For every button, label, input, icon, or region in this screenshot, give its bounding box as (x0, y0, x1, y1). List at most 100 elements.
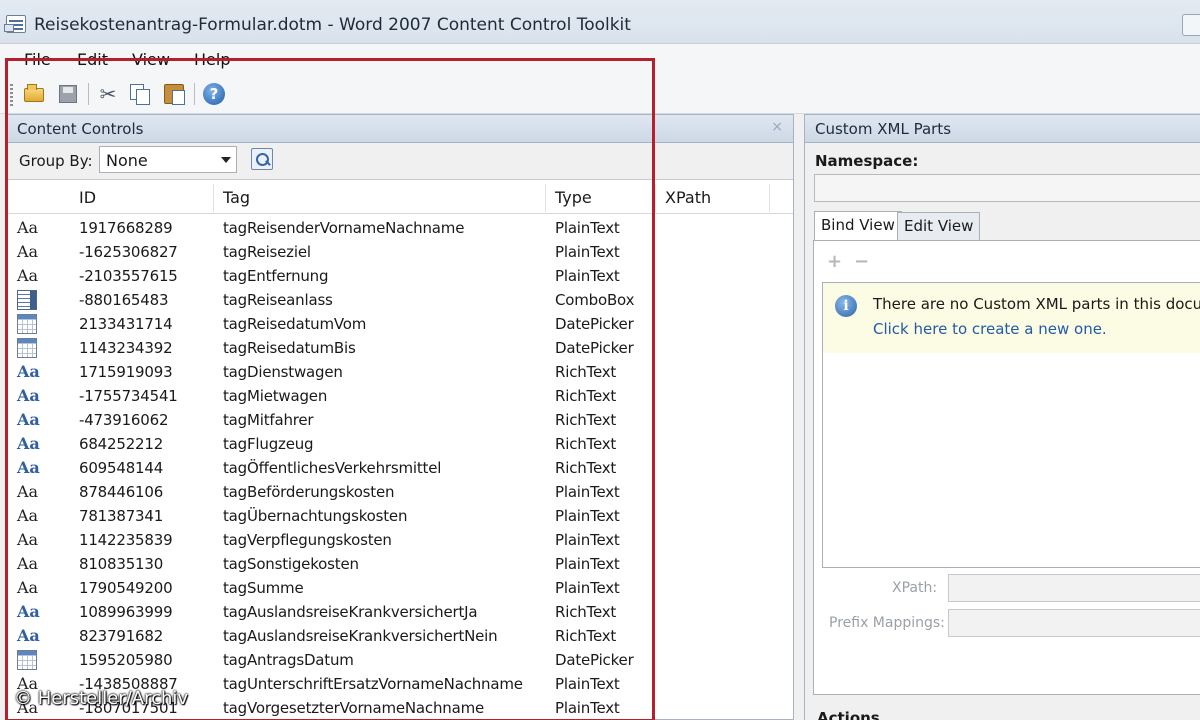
cell-id: -2103557615 (79, 267, 178, 285)
table-row[interactable]: Aa 609548144 tagÖffentlichesVerkehrsmittel… (7, 456, 793, 480)
icon-glyph: Aa (17, 218, 39, 237)
plain-text-icon: Aa (17, 482, 41, 502)
icon-glyph: Aa (17, 458, 40, 477)
table-row[interactable]: -880165483 tagReiseanlass ComboBox (7, 288, 793, 312)
window-title: Reisekostenantrag-Formular.dotm - Word 2… (34, 15, 631, 35)
table-row[interactable]: 2133431714 tagReisedatumVom DatePicker (7, 312, 793, 336)
table-row[interactable]: 1143234392 tagReisedatumBis DatePicker (7, 336, 793, 360)
close-icon[interactable]: × (771, 119, 783, 135)
table-row[interactable]: Aa 1089963999 tagAuslandsreiseKrankversich… (7, 600, 793, 624)
icon-shape (17, 338, 37, 358)
menu-file[interactable]: File (24, 50, 51, 69)
help-button[interactable]: ? (202, 82, 226, 106)
cell-type: PlainText (555, 555, 620, 573)
create-xml-part-link[interactable]: Click here to create a new one. (873, 320, 1107, 338)
column-header-id[interactable]: ID (79, 188, 96, 207)
menu-view[interactable]: View (132, 50, 170, 69)
column-header-type[interactable]: Type (555, 188, 592, 207)
column-divider[interactable] (769, 184, 770, 212)
remove-part-button[interactable]: − (854, 251, 869, 272)
paste-button[interactable] (162, 82, 186, 106)
table-row[interactable]: Aa -473916062 tagMitfahrer RichText (7, 408, 793, 432)
save-button[interactable] (56, 82, 80, 106)
table-row[interactable]: Aa 810835130 tagSonstigekosten PlainText (7, 552, 793, 576)
plain-text-icon: Aa (17, 578, 41, 598)
column-divider[interactable] (213, 184, 214, 212)
table-row[interactable]: Aa 1715919093 tagDienstwagen RichText (7, 360, 793, 384)
table-row[interactable]: Aa 1142235839 tagVerpflegungskosten PlainTe… (7, 528, 793, 552)
content-controls-grid: ID Tag Type XPath Aa 1917668289 tagReisend… (7, 179, 793, 719)
toolbar: ✂ ? (0, 74, 1200, 114)
plain-text-icon: Aa (17, 266, 41, 286)
cell-type: PlainText (555, 267, 620, 285)
table-row[interactable]: Aa 1790549200 tagSumme PlainText (7, 576, 793, 600)
column-header-tag[interactable]: Tag (223, 188, 250, 207)
table-row[interactable]: Aa 781387341 tagÜbernachtungskosten PlainTe… (7, 504, 793, 528)
icon-shape (17, 290, 37, 310)
refresh-search-button[interactable] (251, 148, 273, 170)
cell-type: RichText (555, 387, 617, 405)
cell-id: 684252212 (79, 435, 164, 453)
table-row[interactable]: 1595205980 tagAntragsDatum DatePicker (7, 648, 793, 672)
cell-type: PlainText (555, 579, 620, 597)
grid-header: ID Tag Type XPath (7, 180, 793, 214)
column-header-xpath[interactable]: XPath (665, 188, 711, 207)
cell-id: -1755734541 (79, 387, 178, 405)
cell-tag: tagAuslandsreiseKrankversichertNein (223, 627, 498, 645)
cell-tag: tagReisenderVornameNachname (223, 219, 465, 237)
open-button[interactable] (22, 82, 46, 106)
cell-id: 781387341 (79, 507, 164, 525)
prefix-mappings-label: Prefix Mappings: (829, 615, 945, 631)
chevron-down-icon (221, 157, 231, 163)
cell-tag: tagDienstwagen (223, 363, 343, 381)
namespace-field[interactable] (814, 174, 1200, 202)
icon-glyph: Aa (17, 410, 40, 429)
icon-glyph: Aa (17, 386, 40, 405)
table-row[interactable]: Aa 684252212 tagFlugzeug RichText (7, 432, 793, 456)
group-by-label: Group By: (19, 152, 93, 170)
tab-bind-view[interactable]: Bind View (814, 211, 902, 241)
column-divider[interactable] (545, 184, 546, 212)
table-row[interactable]: Aa 878446106 tagBeförderungskosten PlainTex… (7, 480, 793, 504)
prefix-mappings-field[interactable] (948, 609, 1200, 637)
plain-text-icon: Aa (17, 554, 41, 574)
rich-text-icon: Aa (17, 386, 41, 406)
plain-text-icon: Aa (17, 530, 41, 550)
cell-tag: tagBeförderungskosten (223, 483, 395, 501)
cell-id: 1715919093 (79, 363, 173, 381)
group-by-select[interactable]: None (99, 146, 237, 173)
cell-tag: tagMietwagen (223, 387, 328, 405)
column-divider[interactable] (655, 184, 656, 212)
cell-type: PlainText (555, 531, 620, 549)
plain-text-icon: Aa (17, 506, 41, 526)
table-row[interactable]: Aa -1755734541 tagMietwagen RichText (7, 384, 793, 408)
watermark: © Hersteller/Archiv (14, 688, 189, 709)
table-row[interactable]: Aa -1625306827 tagReiseziel PlainText (7, 240, 793, 264)
cell-tag: tagAuslandsreiseKrankversichertJa (223, 603, 478, 621)
table-row[interactable]: Aa -2103557615 tagEntfernung PlainText (7, 264, 793, 288)
cell-id: 1142235839 (79, 531, 173, 549)
menu-edit[interactable]: Edit (77, 50, 108, 69)
minimize-button[interactable] (1182, 14, 1200, 36)
xpath-field[interactable] (948, 574, 1200, 602)
icon-glyph: Aa (17, 266, 39, 285)
copy-icon (130, 84, 150, 105)
table-row[interactable]: Aa 1917668289 tagReisenderVornameNachname P… (7, 216, 793, 240)
cell-type: RichText (555, 363, 617, 381)
content-controls-panel: Content Controls × Group By: None ID Tag… (6, 114, 794, 720)
rich-text-icon: Aa (17, 458, 41, 478)
cell-type: PlainText (555, 243, 620, 261)
icon-shape (17, 314, 37, 334)
icon-glyph: Aa (17, 578, 39, 597)
tab-edit-view[interactable]: Edit View (897, 212, 981, 240)
icon-shape (17, 650, 37, 670)
cut-button[interactable]: ✂ (96, 82, 120, 106)
combo-box-icon (17, 290, 41, 310)
toolbar-separator (194, 83, 195, 105)
menu-help[interactable]: Help (194, 50, 230, 69)
add-part-button[interactable]: + (827, 251, 842, 272)
table-row[interactable]: Aa 823791682 tagAuslandsreiseKrankversiche… (7, 624, 793, 648)
copy-button[interactable] (128, 82, 152, 106)
icon-glyph: Aa (17, 626, 40, 645)
toolbar-grip[interactable] (10, 84, 13, 106)
